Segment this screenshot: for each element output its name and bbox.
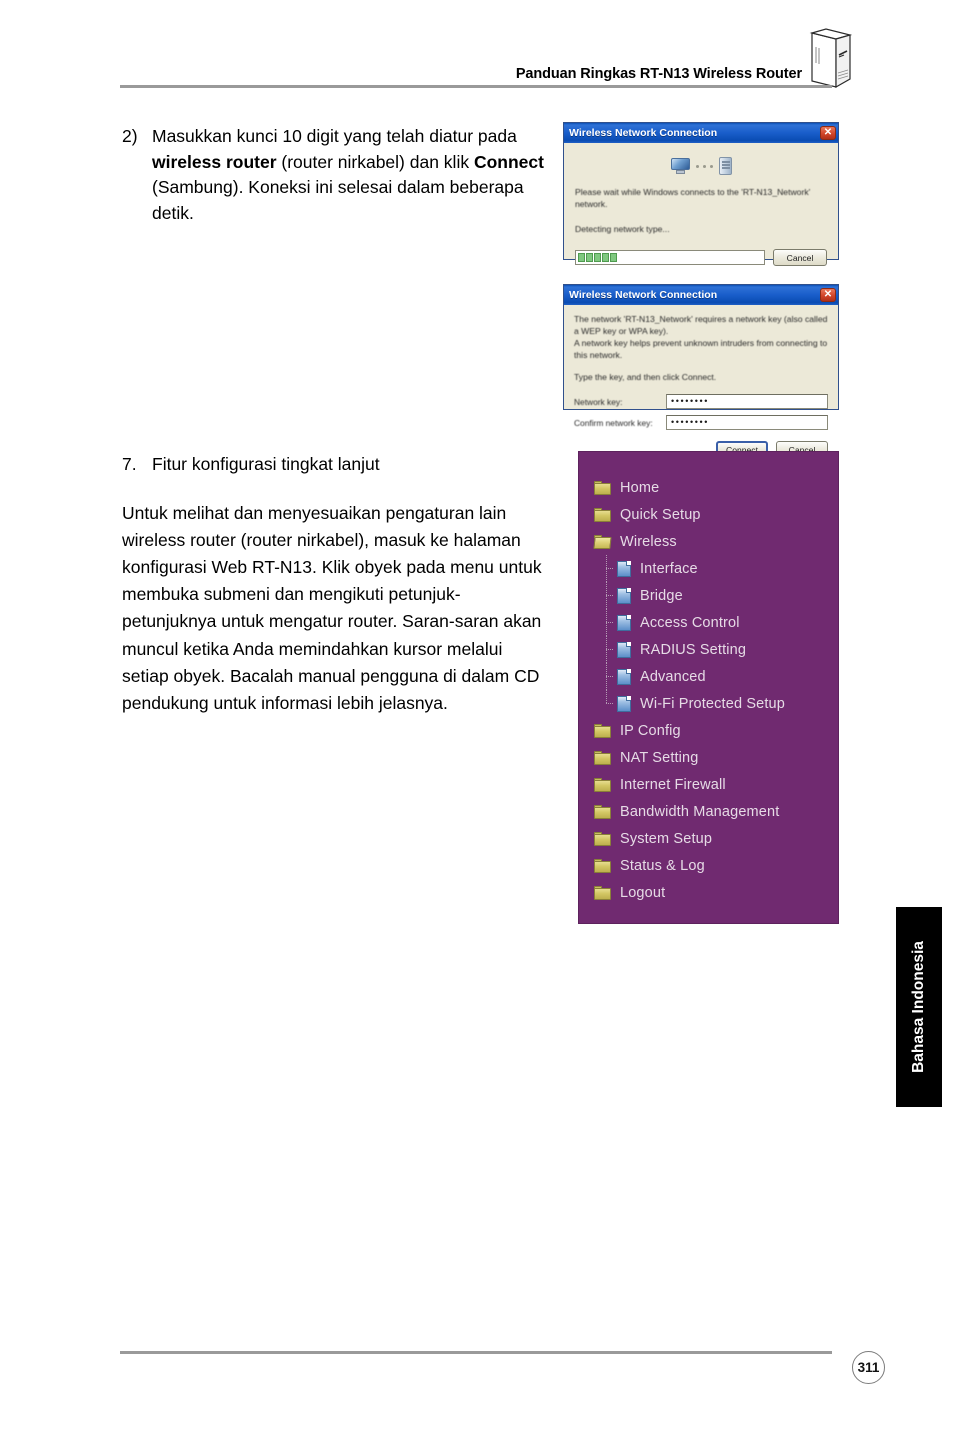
wireless-connection-progress-dialog: Wireless Network Connection ✕ Please wai… <box>563 122 839 266</box>
menu-item-label: Bandwidth Management <box>620 803 780 820</box>
document-icon <box>617 695 631 712</box>
language-side-tab: Bahasa Indonesia <box>896 907 942 1107</box>
folder-icon <box>594 723 611 738</box>
menu-item-label: Access Control <box>640 614 740 631</box>
menu-item-label: Bridge <box>640 587 683 604</box>
menu-item-advanced[interactable]: Advanced <box>579 663 838 690</box>
wireless-network-key-dialog: Wireless Network Connection ✕ The networ… <box>563 284 839 458</box>
step-2-number: 2) <box>122 126 138 146</box>
dialog-titlebar: Wireless Network Connection ✕ <box>564 123 838 143</box>
dialog-title: Wireless Network Connection <box>569 289 718 301</box>
menu-item-status-log[interactable]: Status & Log <box>579 852 838 879</box>
folder-icon <box>594 804 611 819</box>
document-icon <box>617 614 631 631</box>
menu-item-label: System Setup <box>620 830 713 847</box>
network-key-instruction: Type the key, and then click Connect. <box>574 372 717 382</box>
section-7-number: 7. <box>122 454 137 474</box>
step-2-block: 2) Masukkan kunci 10 digit yang telah di… <box>122 124 552 226</box>
confirm-network-key-field-row: Confirm network key: •••••••• <box>574 415 828 430</box>
monitor-icon <box>670 158 690 174</box>
menu-item-wireless[interactable]: Wireless <box>579 528 838 555</box>
menu-item-quick-setup[interactable]: Quick Setup <box>579 501 838 528</box>
step-2-text-part2: (router nirkabel) dan klik <box>276 151 474 172</box>
page-header-title: Panduan Ringkas RT-N13 Wireless Router <box>515 66 802 82</box>
router-illustration-icon <box>809 28 852 89</box>
menu-item-ip-config[interactable]: IP Config <box>579 717 838 744</box>
document-icon <box>617 641 631 658</box>
document-icon <box>617 587 631 604</box>
network-key-input[interactable]: •••••••• <box>666 394 828 409</box>
menu-item-bridge[interactable]: Bridge <box>579 582 838 609</box>
menu-item-label: Quick Setup <box>620 506 701 523</box>
menu-item-system-setup[interactable]: System Setup <box>579 825 838 852</box>
page-number: 311 <box>852 1351 885 1384</box>
folder-icon <box>594 831 611 846</box>
language-side-tab-label: Bahasa Indonesia <box>910 941 928 1073</box>
network-key-description-line-1: The network 'RT-N13_Network' requires a … <box>574 314 828 336</box>
menu-item-internet-firewall[interactable]: Internet Firewall <box>579 771 838 798</box>
router-device-icon <box>718 157 732 175</box>
menu-item-interface[interactable]: Interface <box>579 555 838 582</box>
menu-item-bandwidth-management[interactable]: Bandwidth Management <box>579 798 838 825</box>
folder-icon <box>594 858 611 873</box>
dialog-title: Wireless Network Connection <box>569 127 718 139</box>
confirm-network-key-input[interactable]: •••••••• <box>666 415 828 430</box>
folder-icon <box>594 750 611 765</box>
document-icon <box>617 560 631 577</box>
header-divider <box>120 85 832 88</box>
close-icon[interactable]: ✕ <box>820 126 836 140</box>
section-7-block: 7. Fitur konfigurasi tingkat lanjut Untu… <box>122 452 552 717</box>
dialog-body: The network 'RT-N13_Network' requires a … <box>564 305 838 458</box>
menu-item-home[interactable]: Home <box>579 474 838 501</box>
confirm-network-key-label: Confirm network key: <box>574 417 653 428</box>
network-key-label: Network key: <box>574 396 623 407</box>
close-icon[interactable]: ✕ <box>820 288 836 302</box>
dialog-titlebar: Wireless Network Connection ✕ <box>564 285 838 305</box>
step-2-row: 2) Masukkan kunci 10 digit yang telah di… <box>122 124 552 226</box>
menu-item-radius-setting[interactable]: RADIUS Setting <box>579 636 838 663</box>
connection-status-line-1: Please wait while Windows connects to th… <box>575 187 811 209</box>
router-configuration-menu: Home Quick Setup Wireless Interface Bridge Ac… <box>578 451 839 924</box>
progress-row: Cancel <box>575 249 827 266</box>
menu-item-nat-setting[interactable]: NAT Setting <box>579 744 838 771</box>
menu-item-label: Wi-Fi Protected Setup <box>640 695 785 712</box>
connection-status-line-2: Detecting network type... <box>575 224 670 234</box>
step-2-bold-connect: Connect <box>473 151 544 172</box>
folder-icon <box>594 777 611 792</box>
folder-icon <box>594 507 611 522</box>
step-2-text: Masukkan kunci 10 digit yang telah diatu… <box>152 124 552 226</box>
section-7-paragraph: Untuk melihat dan menyesuaikan pengatura… <box>122 502 542 713</box>
menu-item-label: IP Config <box>620 722 681 739</box>
transfer-dots-icon <box>695 164 713 168</box>
folder-icon <box>594 885 611 900</box>
network-key-description-line-2: A network key helps prevent unknown intr… <box>574 338 828 360</box>
menu-item-label: NAT Setting <box>620 749 699 766</box>
document-icon <box>617 668 631 685</box>
section-7-heading-text: Fitur konfigurasi tingkat lanjut <box>152 454 380 474</box>
menu-item-label: Home <box>620 479 660 496</box>
step-2-text-part1: Masukkan kunci 10 digit yang telah diatu… <box>152 126 517 146</box>
menu-item-wi-fi-protected-setup[interactable]: Wi-Fi Protected Setup <box>579 690 838 717</box>
menu-item-logout[interactable]: Logout <box>579 879 838 906</box>
section-7-heading-row: 7. Fitur konfigurasi tingkat lanjut <box>122 452 552 478</box>
menu-item-label: Logout <box>620 884 666 901</box>
menu-item-label: Status & Log <box>620 857 705 874</box>
menu-item-label: Wireless <box>620 533 677 550</box>
menu-item-label: Interface <box>640 560 698 577</box>
folder-icon <box>594 480 611 495</box>
step-2-text-part3: (Sambung). Koneksi ini selesai dalam beb… <box>152 177 524 223</box>
menu-item-label: RADIUS Setting <box>640 641 747 658</box>
connection-progress-bar <box>575 250 765 265</box>
footer-divider <box>120 1351 832 1354</box>
folder-open-icon <box>593 534 612 549</box>
connection-animation-icons <box>575 157 827 175</box>
network-key-field-row: Network key: •••••••• <box>574 394 828 409</box>
menu-item-label: Internet Firewall <box>620 776 726 793</box>
menu-item-access-control[interactable]: Access Control <box>579 609 838 636</box>
step-2-bold-wireless-router: wireless router <box>152 151 277 172</box>
dialog-body: Please wait while Windows connects to th… <box>564 143 838 266</box>
cancel-button[interactable]: Cancel <box>773 249 827 266</box>
menu-item-label: Advanced <box>640 668 706 685</box>
